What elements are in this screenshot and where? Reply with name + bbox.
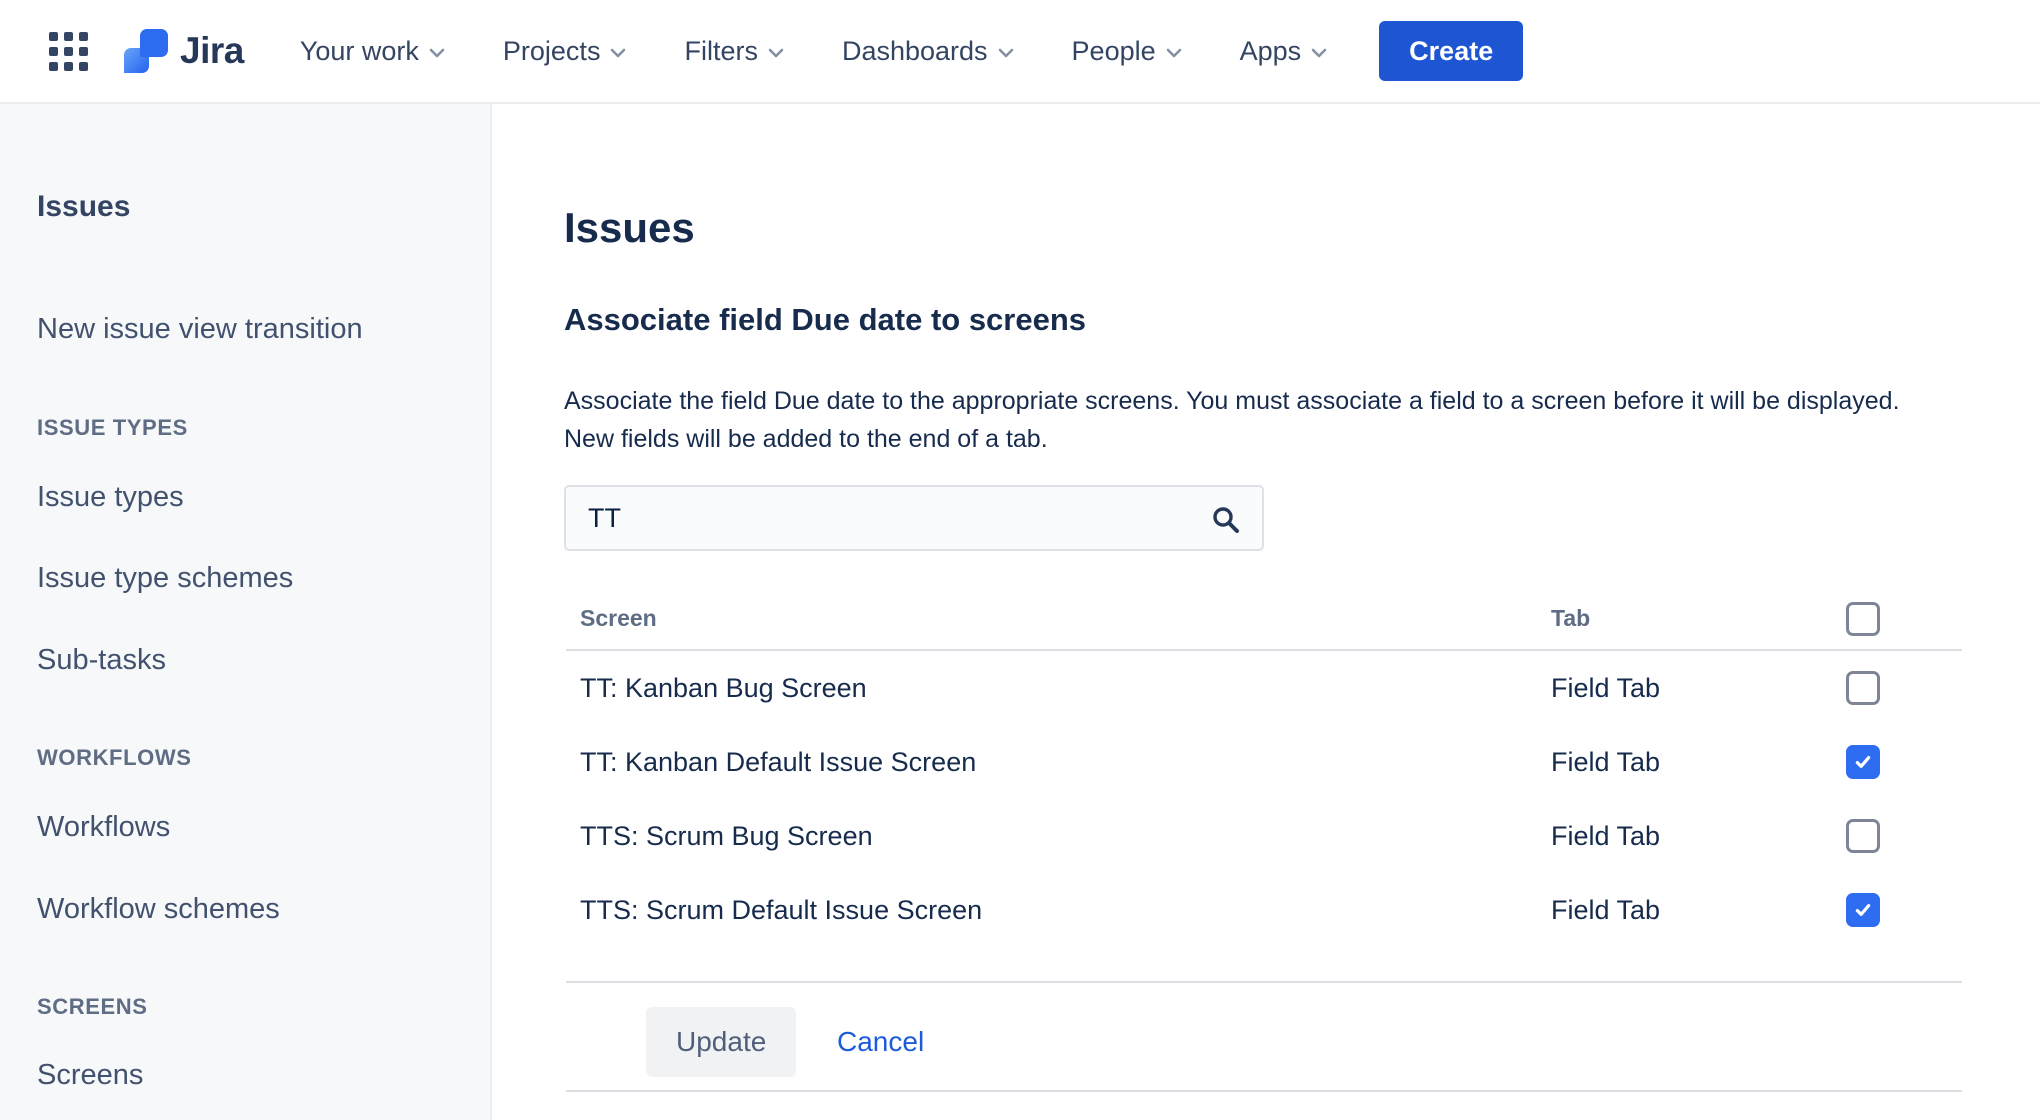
main-content: Issues Associate field Due date to scree… [494,104,2040,1120]
chevron-down-icon [610,48,626,58]
top-navigation-bar: Jira Your work Projects Filters Dashboar… [0,0,2040,104]
search-icon [1210,504,1242,536]
sidebar-item-issues[interactable]: Issues [37,190,130,224]
search-input[interactable] [566,487,1262,549]
sidebar-section-workflows: WORKFLOWS [37,745,191,771]
nav-item-projects[interactable]: Projects [503,36,627,67]
chevron-down-icon [1311,48,1327,58]
table-row: TT: Kanban Default Issue Screen Field Ta… [494,725,1962,799]
jira-logo-text: Jira [180,30,244,72]
sidebar-item-workflows[interactable]: Workflows [37,811,170,844]
table-header-row: Screen Tab [494,597,1962,641]
sidebar-item-new-issue-view-transition[interactable]: New issue view transition [37,313,363,346]
section-title: Associate field Due date to screens [564,302,1086,338]
row-checkbox[interactable] [1846,893,1880,927]
cancel-link[interactable]: Cancel [837,1026,924,1058]
column-header-screen: Screen [580,605,657,632]
column-header-tab: Tab [1551,605,1590,632]
chevron-down-icon [998,48,1014,58]
sidebar-item-issue-types[interactable]: Issue types [37,481,184,514]
app-switcher-icon[interactable] [44,27,92,75]
jira-logo-icon [122,27,170,75]
screen-filter-field [564,485,1264,551]
sidebar-item-workflow-schemes[interactable]: Workflow schemes [37,893,280,926]
screen-name: TT: Kanban Default Issue Screen [580,747,976,778]
screen-name: TTS: Scrum Bug Screen [580,821,873,852]
chevron-down-icon [429,48,445,58]
row-checkbox[interactable] [1846,671,1880,705]
chevron-down-icon [768,48,784,58]
update-button[interactable]: Update [646,1007,796,1077]
screen-name: TT: Kanban Bug Screen [580,673,867,704]
sidebar-section-screens: SCREENS [37,994,148,1020]
tab-name: Field Tab [1551,821,1660,852]
tab-name: Field Tab [1551,895,1660,926]
nav-item-dashboards[interactable]: Dashboards [842,36,1014,67]
nav-menu: Your work Projects Filters Dashboards Pe… [300,36,1327,67]
tab-name: Field Tab [1551,747,1660,778]
sidebar-item-sub-tasks[interactable]: Sub-tasks [37,644,166,677]
screens-table: TT: Kanban Bug Screen Field Tab TT: Kanb… [494,651,1962,947]
table-row: TTS: Scrum Default Issue Screen Field Ta… [494,873,1962,947]
table-row: TT: Kanban Bug Screen Field Tab [494,651,1962,725]
table-row: TTS: Scrum Bug Screen Field Tab [494,799,1962,873]
sidebar-section-issue-types: ISSUE TYPES [37,415,188,441]
sidebar-item-screens[interactable]: Screens [37,1059,143,1092]
nav-item-filters[interactable]: Filters [684,36,784,67]
sidebar-item-issue-type-schemes[interactable]: Issue type schemes [37,562,293,595]
select-all-checkbox[interactable] [1846,602,1880,636]
nav-item-apps[interactable]: Apps [1240,36,1328,67]
description-text: Associate the field Due date to the appr… [564,382,1944,458]
settings-sidebar: Issues New issue view transition ISSUE T… [0,104,492,1120]
row-checkbox[interactable] [1846,819,1880,853]
row-checkbox[interactable] [1846,745,1880,779]
nav-item-people[interactable]: People [1072,36,1182,67]
jira-screen: Jira Your work Projects Filters Dashboar… [0,0,2040,1120]
page-title: Issues [564,204,695,252]
jira-logo[interactable]: Jira [122,27,244,75]
table-footer-divider [566,981,1962,983]
tab-name: Field Tab [1551,673,1660,704]
chevron-down-icon [1166,48,1182,58]
screen-name: TTS: Scrum Default Issue Screen [580,895,982,926]
nav-item-your-work[interactable]: Your work [300,36,445,67]
create-button[interactable]: Create [1379,21,1523,81]
bottom-divider [566,1090,1962,1092]
